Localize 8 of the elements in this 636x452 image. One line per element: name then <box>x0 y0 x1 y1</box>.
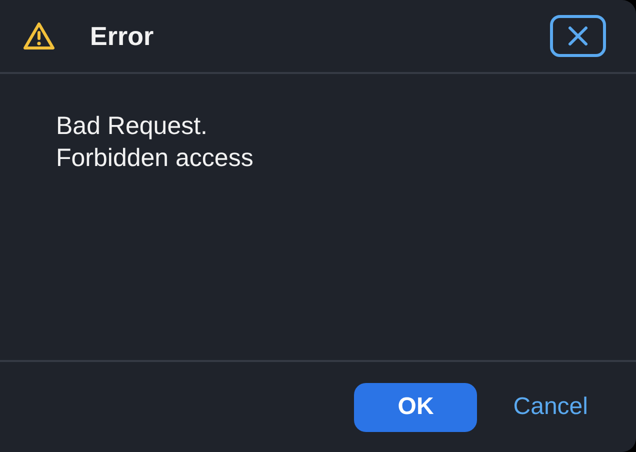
cancel-button[interactable]: Cancel <box>513 393 588 421</box>
warning-icon <box>22 21 56 51</box>
dialog-title: Error <box>90 20 155 52</box>
error-message: Bad Request. <box>56 111 208 142</box>
close-icon <box>566 24 590 48</box>
close-button[interactable] <box>550 15 606 57</box>
ok-button[interactable]: OK <box>354 382 478 432</box>
error-message: Forbidden access <box>56 143 254 174</box>
